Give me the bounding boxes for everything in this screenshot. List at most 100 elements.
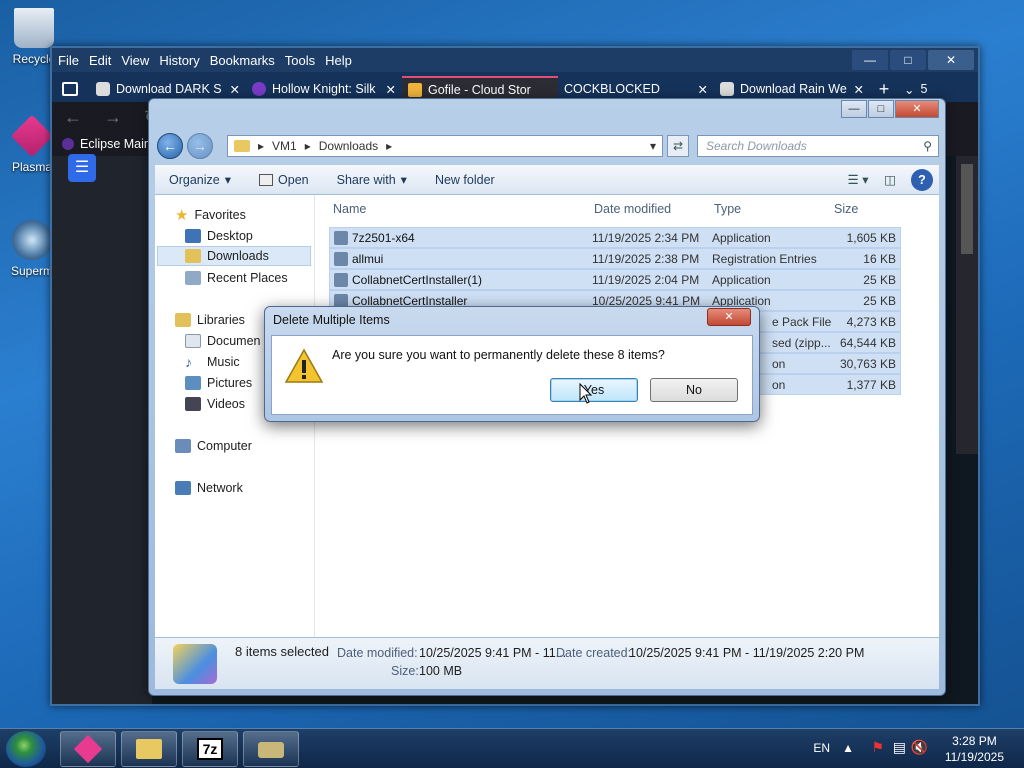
back-button[interactable]: ← xyxy=(157,133,183,159)
nav-recent-places[interactable]: Recent Places xyxy=(185,268,288,288)
tab-count: 5 xyxy=(920,82,928,96)
nav-documents[interactable]: Documen xyxy=(185,331,261,351)
forward-arrow-icon[interactable]: → xyxy=(104,107,122,128)
column-type[interactable]: Type xyxy=(714,197,741,221)
network-icon[interactable]: ▤ xyxy=(893,739,906,756)
file-type: on xyxy=(772,378,786,392)
address-bar[interactable]: ▸ VM1 ▸ Downloads ▸ ▾ xyxy=(227,135,663,157)
gofile-icon xyxy=(408,83,422,97)
volume-muted-icon[interactable]: 🔇 xyxy=(911,739,928,756)
tray-expand-icon[interactable]: ▲ xyxy=(842,741,854,755)
videos-icon xyxy=(185,397,201,411)
tab-overview-button[interactable] xyxy=(56,76,90,102)
bookmark-eclipse-main[interactable]: Eclipse Main xyxy=(80,137,151,151)
menu-history[interactable]: History xyxy=(159,53,199,68)
back-arrow-icon[interactable]: ← xyxy=(64,107,82,128)
breadcrumb-vm1[interactable]: VM1 xyxy=(272,139,297,153)
file-size: 64,544 KB xyxy=(839,336,896,350)
dialog-close-button[interactable]: ✕ xyxy=(707,308,751,326)
nav-downloads[interactable]: Downloads xyxy=(157,246,311,266)
nav-label: Computer xyxy=(197,439,252,453)
nav-computer[interactable]: Computer xyxy=(175,436,252,456)
nav-network[interactable]: Network xyxy=(175,478,243,498)
column-date-modified[interactable]: Date modified xyxy=(594,197,671,221)
refresh-button[interactable]: ⇄ xyxy=(667,135,689,157)
maximize-button[interactable]: □ xyxy=(868,100,894,118)
share-with-button[interactable]: Share with ▾ xyxy=(323,172,421,188)
nav-libraries[interactable]: Libraries xyxy=(175,310,245,330)
date-created-label: Date created: xyxy=(556,646,632,660)
tab-close-icon[interactable]: ✕ xyxy=(854,82,864,97)
nav-label: Favorites xyxy=(194,208,246,222)
nav-videos[interactable]: Videos xyxy=(185,394,245,414)
libraries-icon xyxy=(175,313,191,327)
downloads-folder-icon xyxy=(185,249,201,263)
delete-confirm-dialog: Delete Multiple Items ✕ Are you sure you… xyxy=(264,306,760,422)
open-button[interactable]: Open xyxy=(245,173,323,187)
yes-button[interactable]: Yes xyxy=(550,378,638,402)
view-options-icon[interactable]: ☰ ▾ xyxy=(847,169,869,191)
language-indicator[interactable]: EN xyxy=(813,741,830,755)
new-folder-button[interactable]: New folder xyxy=(421,173,509,187)
organize-button[interactable]: Organize ▾ xyxy=(155,172,245,188)
breadcrumb-downloads[interactable]: Downloads xyxy=(319,139,378,153)
address-row: ← → ▸ VM1 ▸ Downloads ▸ ▾ ⇄ Search Downl… xyxy=(157,133,939,159)
clock-time: 3:28 PM xyxy=(952,734,997,748)
folder-icon xyxy=(136,739,162,759)
forward-button[interactable]: → xyxy=(187,133,213,159)
no-button[interactable]: No xyxy=(650,378,738,402)
nav-pictures[interactable]: Pictures xyxy=(185,373,252,393)
close-button[interactable]: ✕ xyxy=(928,50,974,70)
menu-help[interactable]: Help xyxy=(325,53,352,68)
nav-music[interactable]: ♪ Music xyxy=(185,352,240,372)
dropdown-arrow-icon[interactable]: ▾ xyxy=(650,139,656,153)
open-icon xyxy=(259,173,274,186)
file-size: 4,273 KB xyxy=(846,315,896,329)
file-type: on xyxy=(772,357,786,371)
menu-view[interactable]: View xyxy=(121,53,149,68)
menu-edit[interactable]: Edit xyxy=(89,53,111,68)
menu-tools[interactable]: Tools xyxy=(285,53,315,68)
table-row[interactable]: allmui 11/19/2025 2:38 PM Registration E… xyxy=(329,248,901,269)
menu-bookmarks[interactable]: Bookmarks xyxy=(210,53,275,68)
clock[interactable]: 3:28 PM 11/19/2025 xyxy=(945,733,1004,765)
tab-label: Hollow Knight: Silk xyxy=(272,82,376,96)
action-center-icon[interactable]: ⚑ xyxy=(871,739,884,756)
taskbar-explorer[interactable] xyxy=(121,731,177,767)
file-type: sed (zipp... xyxy=(772,336,831,350)
taskbar-7zip[interactable]: 7z xyxy=(182,731,238,767)
clock-date: 11/19/2025 xyxy=(944,750,1004,764)
folder-icon xyxy=(234,140,250,152)
taskbar-plasma[interactable] xyxy=(60,731,116,767)
maximize-button[interactable]: □ xyxy=(890,50,926,70)
warning-icon xyxy=(284,348,324,383)
preview-pane-icon[interactable]: ◫ xyxy=(879,169,901,191)
file-size: 16 KB xyxy=(863,252,896,266)
table-row[interactable]: CollabnetCertInstaller(1) 11/19/2025 2:0… xyxy=(329,269,901,290)
share-label: Share with xyxy=(336,172,396,187)
nav-desktop[interactable]: Desktop xyxy=(185,226,253,246)
column-size[interactable]: Size xyxy=(834,197,858,221)
column-name[interactable]: Name xyxy=(333,197,366,221)
close-button[interactable]: ✕ xyxy=(895,100,939,118)
table-row[interactable]: 7z2501-x64 11/19/2025 2:34 PM Applicatio… xyxy=(329,227,901,248)
star-icon: ★ xyxy=(175,207,189,224)
search-icon: ⚲ xyxy=(923,139,932,153)
hamburger-menu-icon[interactable]: ☰ xyxy=(68,154,96,182)
tab-close-icon[interactable]: ✕ xyxy=(698,82,708,97)
nav-label: Pictures xyxy=(207,376,253,390)
dialog-body: Are you sure you want to permanently del… xyxy=(271,335,753,415)
search-input[interactable]: Search Downloads ⚲ xyxy=(697,135,939,157)
taskbar-app[interactable] xyxy=(243,731,299,767)
network-icon xyxy=(175,481,191,495)
tab-close-icon[interactable]: ✕ xyxy=(230,82,240,97)
start-button[interactable] xyxy=(6,731,46,767)
tool-icon xyxy=(258,742,284,758)
minimize-button[interactable]: — xyxy=(852,50,888,70)
nav-favorites[interactable]: ★ Favorites xyxy=(175,205,246,225)
page-scrollbar[interactable] xyxy=(956,156,978,454)
minimize-button[interactable]: — xyxy=(841,100,867,118)
menu-file[interactable]: File xyxy=(58,53,79,68)
tab-close-icon[interactable]: ✕ xyxy=(386,82,396,97)
help-icon[interactable]: ? xyxy=(911,169,933,191)
